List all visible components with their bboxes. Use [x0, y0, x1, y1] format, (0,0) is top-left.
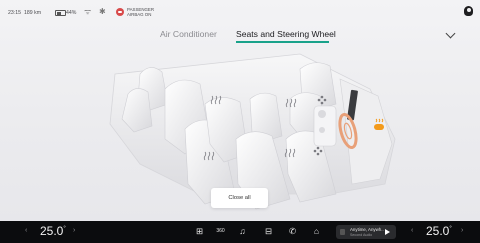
airbag-icon	[116, 8, 124, 16]
chevron-down-icon[interactable]	[445, 28, 456, 39]
apps-icon[interactable]: ⊞	[195, 227, 204, 236]
status-bar: 23:15 189 km 44% ᯤ ✱ PASSENGER AIRBAG ON	[0, 0, 480, 22]
phone-icon[interactable]: ✆	[288, 227, 297, 236]
right-temp-decrease[interactable]: ‹	[411, 227, 413, 234]
car-icon[interactable]: ⊟	[264, 227, 273, 236]
profile-avatar[interactable]	[464, 6, 473, 16]
media-subtitle: Second Audio	[350, 232, 373, 237]
play-icon[interactable]	[385, 229, 390, 235]
bottom-dock: ‹ 25.0° › ⊞ 360 ♫ ⊟ ✆ ⌂ Anytime, Anywh..…	[0, 221, 480, 243]
left-temp-decrease[interactable]: ‹	[25, 227, 27, 234]
battery-percent: 44%	[66, 10, 77, 16]
tab-air-conditioner[interactable]: Air Conditioner	[160, 29, 217, 39]
active-tab-indicator	[236, 41, 329, 43]
battery-icon	[55, 10, 66, 16]
clock: 23:15	[8, 10, 21, 16]
home-icon[interactable]: ⌂	[312, 227, 321, 236]
left-temperature[interactable]: 25.0°	[40, 224, 66, 238]
album-art	[340, 229, 345, 235]
right-temperature[interactable]: 25.0°	[426, 224, 452, 238]
left-temp-increase[interactable]: ›	[73, 227, 75, 234]
right-temp-increase[interactable]: ›	[461, 227, 463, 234]
tab-seats-steering[interactable]: Seats and Steering Wheel	[236, 29, 336, 39]
media-title: Anytime, Anywh..	[350, 227, 384, 232]
360-camera-icon[interactable]: 360	[215, 227, 226, 236]
media-player[interactable]: Anytime, Anywh.. Second Audio	[336, 225, 396, 239]
wifi-icon: ᯤ	[84, 7, 92, 16]
close-all-button[interactable]: Close all	[211, 188, 268, 208]
bluetooth-icon: ✱	[99, 7, 106, 16]
range-readout: 189 km	[24, 10, 42, 16]
airbag-status: PASSENGER AIRBAG ON	[127, 7, 155, 17]
music-icon[interactable]: ♫	[238, 227, 247, 236]
